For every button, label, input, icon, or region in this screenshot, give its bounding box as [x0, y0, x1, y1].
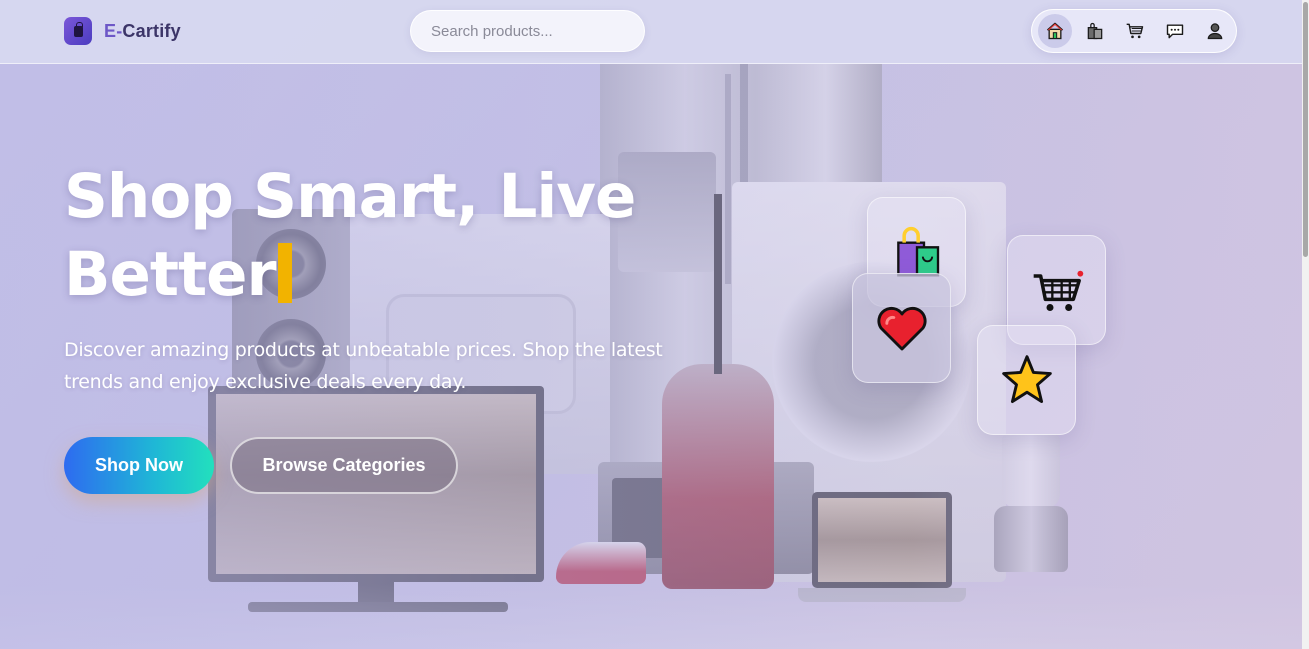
- brand-logo-link[interactable]: E-Cartify: [64, 17, 181, 45]
- hero-subtitle: Discover amazing products at unbeatable …: [64, 339, 663, 393]
- user-icon: [1207, 23, 1223, 40]
- shopping-bags-icon: [896, 226, 939, 277]
- floating-star-card: [977, 325, 1076, 435]
- heart-icon: [876, 306, 927, 351]
- typing-caret: [277, 243, 292, 303]
- floating-heart-card: [852, 273, 951, 383]
- nav-home-button[interactable]: [1038, 14, 1072, 48]
- home-icon: [1046, 22, 1064, 40]
- hero-title-line2: Better: [64, 239, 277, 310]
- browse-categories-button[interactable]: Browse Categories: [230, 437, 458, 494]
- chat-icon: [1166, 24, 1184, 39]
- navbar: E-Cartify: [0, 0, 1302, 64]
- cart-icon: [1126, 23, 1144, 39]
- star-icon: [1001, 355, 1052, 404]
- hero-title: Shop Smart, Live Better: [64, 158, 664, 314]
- hero-title-line1: Shop Smart, Live: [64, 161, 636, 232]
- search-input[interactable]: [410, 10, 645, 52]
- nav-products-button[interactable]: [1078, 14, 1112, 48]
- nav-account-button[interactable]: [1198, 14, 1232, 48]
- nav-messages-button[interactable]: [1158, 14, 1192, 48]
- cart-icon: [1033, 270, 1083, 311]
- page-scrollbar-thumb[interactable]: [1303, 2, 1308, 257]
- shopping-bags-icon: [1087, 22, 1103, 40]
- brand-name: E-Cartify: [104, 20, 181, 41]
- shopping-bag-logo-icon: [64, 17, 92, 45]
- nav-cart-button[interactable]: [1118, 14, 1152, 48]
- shop-now-button[interactable]: Shop Now: [64, 437, 214, 494]
- nav-icon-group: [1031, 9, 1237, 53]
